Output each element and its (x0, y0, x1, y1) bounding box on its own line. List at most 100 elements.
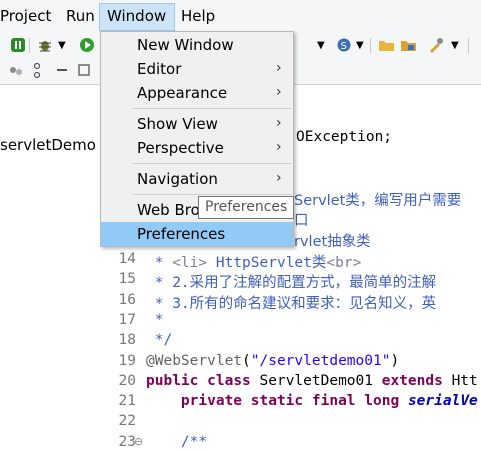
submenu-arrow-icon: › (276, 139, 282, 155)
code-token: * (146, 312, 164, 328)
menu-item-label: Appearance (137, 84, 228, 102)
link-editor-icon[interactable] (32, 62, 42, 80)
code-line: * (146, 312, 164, 328)
tooltip: Preferences (198, 196, 294, 219)
menu-item-new-window[interactable]: New Window (101, 33, 293, 57)
svg-text:S: S (341, 41, 347, 52)
code-line: @WebServlet("/servletdemo01") (146, 353, 399, 369)
project-explorer-item[interactable]: servletDemo (0, 136, 96, 154)
toolbar-separator (468, 38, 469, 53)
submenu-arrow-icon: › (276, 84, 282, 100)
code-token: * 2.采用了注解的配置方式，最简单的注解 (146, 275, 437, 291)
menu-item-label: Navigation (137, 170, 218, 188)
menu-help[interactable]: Help (181, 7, 215, 25)
menu-item-perspective[interactable]: Perspective › (101, 136, 293, 160)
menu-separator (133, 163, 291, 164)
code-token: <li> (172, 255, 208, 271)
code-token: <br> (326, 255, 362, 271)
toolbar-dropdown-icon[interactable]: ▼ (317, 38, 325, 54)
code-token: extends (381, 373, 443, 389)
code-token: long (364, 393, 400, 409)
submenu-arrow-icon: › (276, 170, 282, 186)
code-token: Htt (442, 373, 478, 389)
menu-item-label: New Window (137, 36, 234, 54)
code-partial-servlet-desc: Servlet类，编写用户需要 (294, 193, 462, 209)
debug-bug-icon[interactable] (37, 37, 53, 53)
menubar: Project Run Window Help (0, 0, 481, 32)
code-line: */ (146, 332, 172, 348)
code-token: ServletDemo01 (250, 373, 382, 389)
code-token: */ (146, 332, 173, 348)
run-debug-icon[interactable] (10, 37, 26, 53)
code-token: class (207, 373, 251, 389)
code-line: public class ServletDemo01 extends Htt (146, 373, 478, 389)
toolbar-separator (29, 38, 30, 53)
tools-icon[interactable] (428, 37, 444, 53)
menu-item-preferences[interactable]: Preferences (101, 222, 293, 246)
web-service-icon[interactable]: S (336, 37, 352, 53)
submenu-arrow-icon: › (276, 60, 282, 76)
code-token: private (180, 393, 243, 409)
menu-run[interactable]: Run (66, 7, 95, 25)
code-line: * <li> HttpServlet类<br> (146, 251, 362, 272)
menu-separator (133, 194, 291, 195)
line-number: 15 (118, 271, 136, 287)
code-line: /** (146, 434, 207, 450)
collapse-icon[interactable] (8, 64, 24, 78)
code-line: private static final long serialVe (146, 393, 478, 409)
line-number: 14 (118, 251, 136, 267)
menu-item-appearance[interactable]: Appearance › (101, 81, 293, 105)
menu-window[interactable]: Window (107, 7, 166, 25)
code-token: ( (242, 353, 251, 369)
code-line: * 2.采用了注解的配置方式，最简单的注解 (146, 271, 436, 292)
code-partial-exception: OException; (296, 129, 393, 145)
code-token: public (146, 373, 199, 389)
web-service-dropdown-icon[interactable]: ▼ (356, 38, 364, 54)
code-token: * 3.所有的命名建议和要求：见名知义，英 (146, 296, 437, 312)
menu-item-label: Show View (137, 115, 218, 133)
code-token: serialVe (407, 393, 478, 409)
line-number: 23 (118, 434, 136, 450)
code-line: * 3.所有的命名建议和要求：见名知义，英 (146, 292, 436, 313)
open-folder-icon[interactable] (378, 37, 396, 53)
line-number: 18 (118, 332, 136, 348)
tooltip-text: Preferences (205, 199, 288, 215)
toolbar-separator (370, 38, 371, 53)
code-token: * (146, 255, 173, 271)
code-token: HttpServlet类 (207, 255, 327, 271)
tools-dropdown-icon[interactable]: ▼ (451, 38, 459, 54)
menu-item-label: Perspective (137, 139, 224, 157)
line-number: 16 (118, 292, 136, 308)
menu-item-editor[interactable]: Editor › (101, 57, 293, 81)
menu-item-label: Web Bro (137, 201, 200, 219)
debug-dropdown-icon[interactable]: ▼ (58, 38, 66, 54)
line-number: 19 (118, 353, 136, 369)
menu-item-show-view[interactable]: Show View › (101, 112, 293, 136)
code-partial-abstract: rvlet抽象类 (294, 234, 371, 250)
code-token: "/servletdemo01" (250, 353, 391, 369)
code-partial-kou: 口 (294, 213, 309, 229)
menu-item-label: Editor (137, 60, 182, 78)
code-token: final (311, 393, 356, 409)
minimize-icon[interactable] (56, 66, 68, 74)
fold-marker-icon[interactable]: ⊖ (134, 435, 143, 448)
menu-item-label: Preferences (137, 225, 226, 243)
maximize-icon[interactable] (78, 64, 90, 76)
open-type-icon[interactable] (400, 37, 418, 53)
code-token: @WebServlet (146, 353, 243, 369)
line-number: 20 (118, 373, 136, 389)
code-token: /** (180, 434, 208, 450)
run-icon[interactable] (79, 37, 95, 53)
menu-item-navigation[interactable]: Navigation › (101, 167, 293, 191)
line-number: 21 (118, 393, 136, 409)
menu-separator (133, 108, 291, 109)
line-number: 22 (118, 413, 136, 429)
menu-project[interactable]: Project (0, 7, 51, 25)
